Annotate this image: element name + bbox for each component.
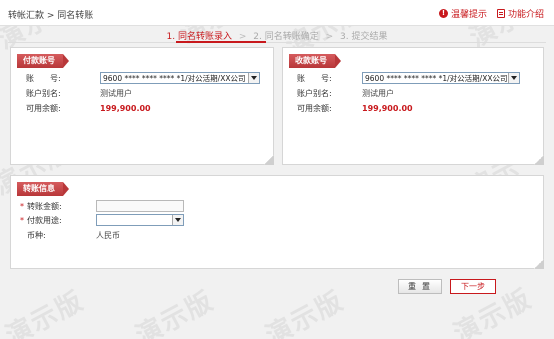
steps-divider (8, 42, 546, 43)
alias-label: 账户别名: (26, 89, 61, 98)
watermark: 演示版 (1, 285, 90, 339)
next-step-button[interactable]: 下一步 (450, 279, 496, 294)
page-curl (534, 155, 544, 165)
page-curl (534, 259, 544, 269)
alias-value: 测试用户 (362, 89, 394, 98)
step-indicator: 1. 同名转账录入 > 2. 同名转账确定 > 3. 提交结果 (0, 29, 554, 43)
account-label: 账 号: (297, 73, 332, 83)
breadcrumb: 转帐汇款 > 同名转账 (8, 11, 94, 21)
required-mark: * (20, 201, 24, 211)
chevron-down-icon (508, 73, 519, 83)
balance-label: 可用余额: (26, 104, 61, 113)
alias-value: 测试用户 (100, 89, 132, 98)
balance-label: 可用余额: (297, 104, 332, 113)
receiver-account-value: 9600 **** **** **** *1/对公活期/XX公司 (365, 73, 508, 83)
purpose-select[interactable] (96, 214, 184, 226)
intro-label: 功能介绍 (507, 10, 544, 20)
payer-account-value: 9600 **** **** **** *1/对公活期/XX公司 (103, 73, 246, 83)
required-mark: * (20, 215, 24, 225)
document-icon (496, 9, 505, 18)
top-bar: 转帐汇款 > 同名转账 ! 温馨提示 功能介绍 (0, 0, 554, 26)
balance-value: 199,900.00 (362, 104, 413, 113)
panel-title: 收款账号 (289, 54, 341, 68)
intro-link[interactable]: 功能介绍 (496, 7, 544, 20)
amount-label: * 转账金额: (20, 201, 62, 211)
tips-link[interactable]: ! 温馨提示 (438, 7, 487, 20)
payer-account-panel: 付款账号 账 号: 9600 **** **** **** *1/对公活期/XX… (10, 47, 274, 165)
transfer-info-panel: 转账信息 * 转账金额: * 付款用途: 币种: 人民币 (10, 175, 544, 269)
watermark: 演示版 (131, 285, 220, 339)
account-label: 账 号: (26, 73, 61, 83)
chevron-down-icon (248, 73, 259, 83)
alias-label: 账户别名: (297, 89, 332, 98)
active-step-marker (176, 41, 266, 43)
currency-label: 币种: (27, 231, 46, 240)
tips-label: 温馨提示 (450, 10, 487, 20)
step-3: 3. 提交结果 (340, 32, 388, 42)
purpose-label: * 付款用途: (20, 215, 62, 225)
chevron-down-icon (172, 215, 183, 225)
step-separator: > (325, 32, 334, 42)
receiver-account-panel: 收款账号 账 号: 9600 **** **** **** *1/对公活期/XX… (282, 47, 544, 165)
panel-title: 转账信息 (17, 182, 69, 196)
receiver-account-select[interactable]: 9600 **** **** **** *1/对公活期/XX公司 (362, 72, 520, 84)
watermark: 演示版 (261, 285, 350, 339)
payer-account-select[interactable]: 9600 **** **** **** *1/对公活期/XX公司 (100, 72, 260, 84)
amount-input[interactable] (96, 200, 184, 212)
page-curl (264, 155, 274, 165)
currency-value: 人民币 (96, 231, 120, 240)
reset-button[interactable]: 重置 (398, 279, 442, 294)
panel-title: 付款账号 (17, 54, 69, 68)
info-icon: ! (438, 9, 448, 18)
balance-value: 199,900.00 (100, 104, 151, 113)
